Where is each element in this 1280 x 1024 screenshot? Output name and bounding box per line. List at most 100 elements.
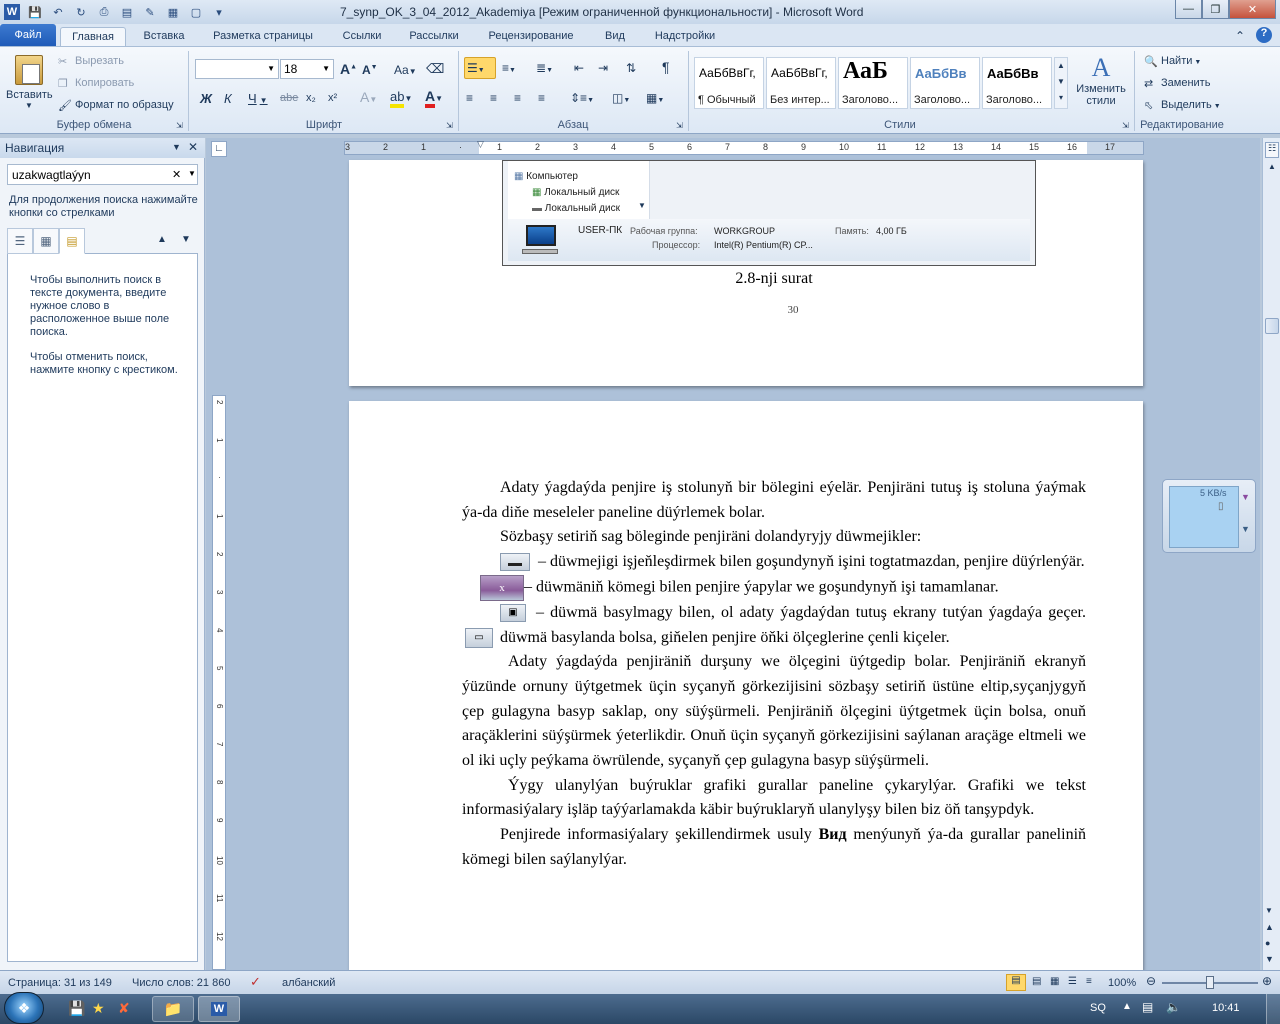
tab-insert[interactable]: Вставка	[134, 27, 194, 46]
help-icon[interactable]: ?	[1256, 27, 1272, 43]
proofing-icon[interactable]: ✓	[250, 974, 261, 990]
clipboard-launcher-icon[interactable]: ⇲	[176, 121, 183, 130]
save-icon[interactable]: 💾	[27, 4, 43, 20]
style-heading-2[interactable]: АаБбВв Заголово...	[910, 57, 980, 109]
browse-object-icon[interactable]: ●	[1265, 938, 1270, 948]
underline-button[interactable]: Ч ▼	[248, 91, 268, 106]
font-size-combo[interactable]: 18 ▼	[280, 59, 334, 79]
italic-button[interactable]: К	[224, 91, 232, 106]
chevron-down-icon[interactable]: ▼	[1241, 524, 1250, 534]
tab-home[interactable]: Главная	[60, 27, 126, 46]
start-button[interactable]: ❖	[4, 992, 44, 1024]
customize-toolbar-icon[interactable]: ▾	[211, 4, 227, 20]
input-language[interactable]: SQ	[1090, 1002, 1106, 1014]
font-name-combo[interactable]: ▼	[195, 59, 279, 79]
paste-button[interactable]: Вставить ▼	[6, 51, 53, 111]
grow-font-button[interactable]: A▲	[340, 61, 357, 77]
draft-view-icon[interactable]: ≡	[1086, 976, 1092, 987]
outline-view-icon[interactable]: ☰	[1068, 976, 1077, 987]
style-heading-3[interactable]: АаБбВв Заголово...	[982, 57, 1052, 109]
tab-references[interactable]: Ссылки	[334, 27, 390, 46]
multilevel-list-button[interactable]: ≣▼	[536, 61, 553, 75]
subscript-button[interactable]: x₂	[306, 92, 316, 104]
bold-button[interactable]: Ж	[200, 91, 212, 106]
clock[interactable]: 10:41	[1212, 1002, 1240, 1014]
previous-result-icon[interactable]: ▲	[157, 234, 167, 245]
next-result-icon[interactable]: ▼	[181, 234, 191, 245]
styles-scroll[interactable]: ▲ ▼ ▾	[1054, 57, 1068, 109]
tab-pages[interactable]: ▦	[33, 228, 59, 254]
show-marks-button[interactable]: ¶	[662, 59, 670, 75]
numbering-button[interactable]: ≡▼	[502, 61, 516, 75]
print-preview-icon[interactable]: ⎙	[96, 4, 112, 20]
tools-icon[interactable]: ✘	[118, 1000, 130, 1017]
highlight-button[interactable]: ab▼	[390, 89, 412, 108]
taskbar-explorer[interactable]: 📁	[152, 996, 194, 1022]
navigation-search-input[interactable]: uzakwagtlaýyn ✕ ▼	[7, 164, 198, 185]
redo-icon[interactable]: ↻	[73, 4, 89, 20]
zoom-level[interactable]: 100%	[1108, 977, 1136, 989]
scroll-thumb[interactable]	[1265, 318, 1279, 334]
tab-selector-icon[interactable]: ∟	[211, 141, 227, 157]
full-screen-view-icon[interactable]: ▤	[1032, 976, 1041, 987]
network-tray-icon[interactable]: ▤	[1142, 1000, 1153, 1014]
line-spacing-button[interactable]: ⇕≡▼	[570, 91, 594, 105]
tab-review[interactable]: Рецензирование	[478, 27, 584, 46]
network-meter-gadget[interactable]: 5 KB/s ▯ ▼ ▼	[1162, 479, 1256, 553]
select-button[interactable]: ⬁ Выделить ▼	[1144, 99, 1221, 112]
close-button[interactable]: ✕	[1229, 0, 1276, 19]
indent-marker-icon[interactable]: ▽	[477, 139, 484, 150]
tab-view[interactable]: Вид	[594, 27, 636, 46]
new-document-icon[interactable]: ▢	[188, 4, 204, 20]
strikethrough-button[interactable]: abe	[280, 92, 298, 104]
show-desktop-button[interactable]	[1266, 994, 1280, 1024]
sort-button[interactable]: ⇅	[626, 61, 636, 75]
font-color-button[interactable]: A▼	[425, 88, 443, 108]
justify-button[interactable]: ≡	[538, 91, 545, 105]
zoom-in-icon[interactable]: ⊕	[1262, 974, 1272, 988]
align-center-button[interactable]: ≡	[490, 91, 497, 105]
text-effects-button[interactable]: A▼	[360, 89, 377, 105]
align-left-button[interactable]: ≡	[466, 91, 473, 105]
open-icon[interactable]: ▦	[165, 4, 181, 20]
shrink-font-button[interactable]: A▼	[362, 63, 378, 77]
vertical-ruler[interactable]: 21·12345678910111213	[212, 395, 226, 979]
font-launcher-icon[interactable]: ⇲	[446, 121, 453, 130]
tab-page-layout[interactable]: Разметка страницы	[200, 27, 326, 46]
next-page-icon[interactable]: ▼	[1265, 954, 1274, 964]
clear-format-button[interactable]: ⌫	[426, 61, 444, 77]
close-icon[interactable]: ✕	[188, 140, 198, 154]
increase-indent-button[interactable]: ⇥	[598, 61, 608, 75]
tab-headings[interactable]: ☰	[7, 228, 33, 254]
page-indicator[interactable]: Страница: 31 из 149	[8, 977, 112, 989]
ribbon-minimize-icon[interactable]: ⌃	[1235, 29, 1245, 43]
style-normal[interactable]: АаБбВвГг, ¶ Обычный	[694, 57, 764, 109]
scroll-up-icon[interactable]: ▲	[1265, 162, 1279, 176]
tab-mailings[interactable]: Рассылки	[398, 27, 470, 46]
vertical-scrollbar[interactable]: ☷ ▲ ▼ ▲ ● ▼	[1262, 138, 1280, 970]
borders-button[interactable]: ▦▼	[646, 91, 664, 105]
word-count[interactable]: Число слов: 21 860	[132, 977, 230, 989]
save-icon[interactable]: 💾	[68, 1000, 85, 1017]
bullets-button[interactable]: ☰▼	[464, 57, 496, 79]
style-heading-1[interactable]: АаБ Заголово...	[838, 57, 908, 109]
taskbar-word[interactable]: W	[198, 996, 240, 1022]
zoom-out-icon[interactable]: ⊖	[1146, 974, 1156, 988]
scroll-down-icon[interactable]: ▼	[1265, 906, 1273, 915]
cut-button[interactable]: ✂ Вырезать	[58, 55, 124, 68]
edit-icon[interactable]: ✎	[142, 4, 158, 20]
change-styles-button[interactable]: A Изменить стили	[1074, 53, 1128, 107]
find-button[interactable]: 🔍 Найти ▼	[1144, 55, 1201, 68]
show-hidden-icons-icon[interactable]: ▲	[1122, 1001, 1132, 1012]
ruler-toggle-icon[interactable]: ☷	[1265, 142, 1279, 158]
chevron-down-icon[interactable]: ▼	[188, 169, 196, 178]
print-layout-view-icon[interactable]: ▤	[1006, 974, 1026, 991]
replace-button[interactable]: ⇄ Заменить	[1144, 77, 1210, 90]
tab-addins[interactable]: Надстройки	[644, 27, 726, 46]
maximize-button[interactable]: ❐	[1202, 0, 1229, 19]
volume-icon[interactable]: 🔈	[1166, 1000, 1181, 1014]
decrease-indent-button[interactable]: ⇤	[574, 61, 584, 75]
minimize-button[interactable]: —	[1175, 0, 1202, 19]
align-right-button[interactable]: ≡	[514, 91, 521, 105]
shading-button[interactable]: ◫▼	[612, 91, 630, 105]
